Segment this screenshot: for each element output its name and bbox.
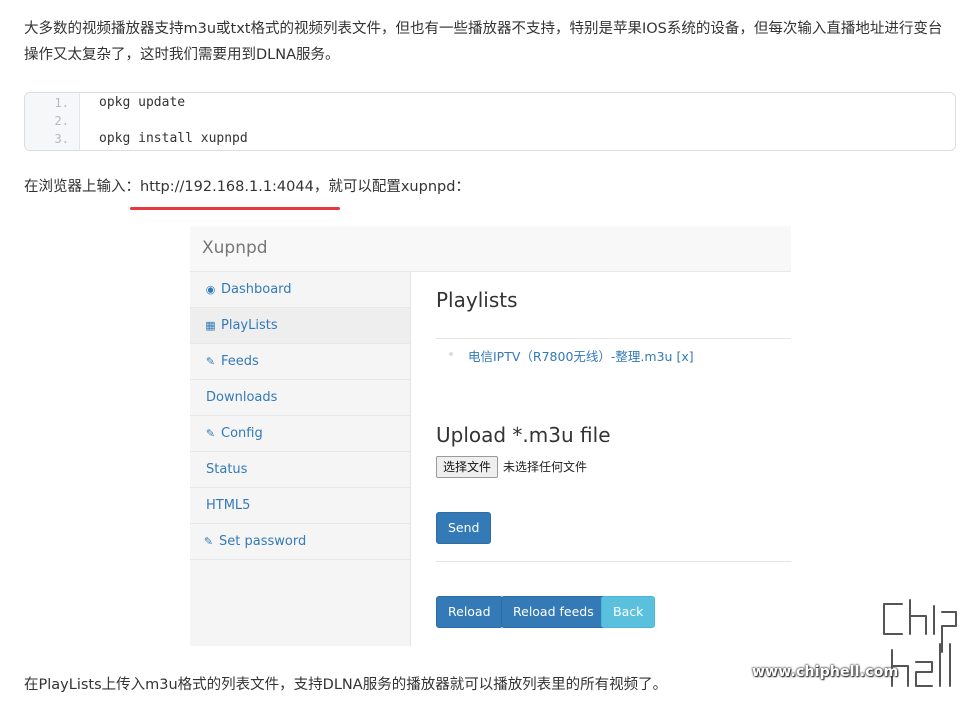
sidebar-item-html5[interactable]: HTML5 [190, 488, 410, 524]
send-button[interactable]: Send [436, 512, 492, 544]
edit-icon: ✎ [205, 427, 216, 440]
sidebar-item-playlists[interactable]: ▦ PlayLists [190, 308, 410, 344]
sidebar-item-status[interactable]: Status [190, 452, 410, 488]
sidebar: ◉ Dashboard ▦ PlayLists ✎ Feeds Downloads ✎… [190, 272, 411, 646]
choose-file-button[interactable]: 选择文件 [436, 456, 499, 478]
url-underline [130, 207, 340, 210]
code-block: 1. opkg update 2. 3. opkg install xupnpd [24, 92, 956, 151]
sidebar-item-label: Set password [219, 534, 307, 549]
playlist-item: 电信IPTV（R7800无线）-整理.m3u [x] [468, 346, 694, 365]
reload-feeds-button[interactable]: Reload feeds [501, 596, 606, 628]
edit-icon: ✎ [203, 535, 214, 548]
divider [436, 338, 791, 339]
playlist-delete-link[interactable]: [x] [676, 349, 693, 364]
playlist-link[interactable]: 电信IPTV（R7800无线）-整理.m3u [468, 349, 672, 364]
divider [436, 561, 791, 562]
sidebar-item-label: PlayLists [221, 318, 278, 333]
sidebar-item-config[interactable]: ✎ Config [190, 416, 410, 452]
sidebar-item-label: Feeds [221, 354, 259, 369]
sidebar-item-label: Downloads [206, 390, 278, 405]
sidebar-item-set-password[interactable]: ✎ Set password [190, 524, 410, 560]
code-text: opkg install xupnpd [99, 131, 248, 146]
browser-instruction: 在浏览器上输入：http://192.168.1.1:4044，就可以配置xup… [24, 174, 954, 200]
reload-button[interactable]: Reload [436, 596, 503, 628]
watermark-site: www.chiphell.com [752, 664, 899, 680]
dashboard-icon: ◉ [205, 283, 216, 296]
back-button[interactable]: Back [601, 596, 656, 628]
playlists-heading: Playlists [436, 288, 518, 312]
brand[interactable]: Xupnpd [202, 238, 268, 258]
browser-url[interactable]: http://192.168.1.1:4044 [140, 179, 314, 195]
watermark: www.chiphell.com [752, 592, 972, 692]
code-text: opkg update [99, 95, 186, 110]
line-number: 2. [54, 114, 69, 128]
sidebar-item-label: Config [221, 426, 263, 441]
sidebar-item-feeds[interactable]: ✎ Feeds [190, 344, 410, 380]
table-icon: ▦ [205, 319, 216, 332]
navbar: Xupnpd [190, 226, 791, 272]
sidebar-item-dashboard[interactable]: ◉ Dashboard [190, 272, 410, 308]
list-bullet [449, 352, 453, 356]
browser-suffix: ，就可以配置xupnpd： [313, 179, 470, 195]
intro-paragraph: 大多数的视频播放器支持m3u或txt格式的视频列表文件，但也有一些播放器不支持，… [24, 21, 943, 63]
edit-icon: ✎ [205, 355, 216, 368]
sidebar-item-label: Status [206, 462, 248, 477]
line-number: 3. [54, 132, 69, 146]
line-number: 1. [54, 96, 69, 110]
sidebar-item-downloads[interactable]: Downloads [190, 380, 410, 416]
upload-heading: Upload *.m3u file [436, 423, 611, 447]
sidebar-item-label: HTML5 [206, 498, 251, 513]
browser-prefix: 在浏览器上输入： [24, 179, 140, 195]
main-content: Playlists 电信IPTV（R7800无线）-整理.m3u [x] Upl… [411, 272, 791, 646]
file-status: 未选择任何文件 [503, 460, 588, 474]
sidebar-item-label: Dashboard [221, 282, 292, 297]
xupnpd-screenshot: Xupnpd ◉ Dashboard ▦ PlayLists ✎ Feeds Down… [190, 226, 791, 646]
